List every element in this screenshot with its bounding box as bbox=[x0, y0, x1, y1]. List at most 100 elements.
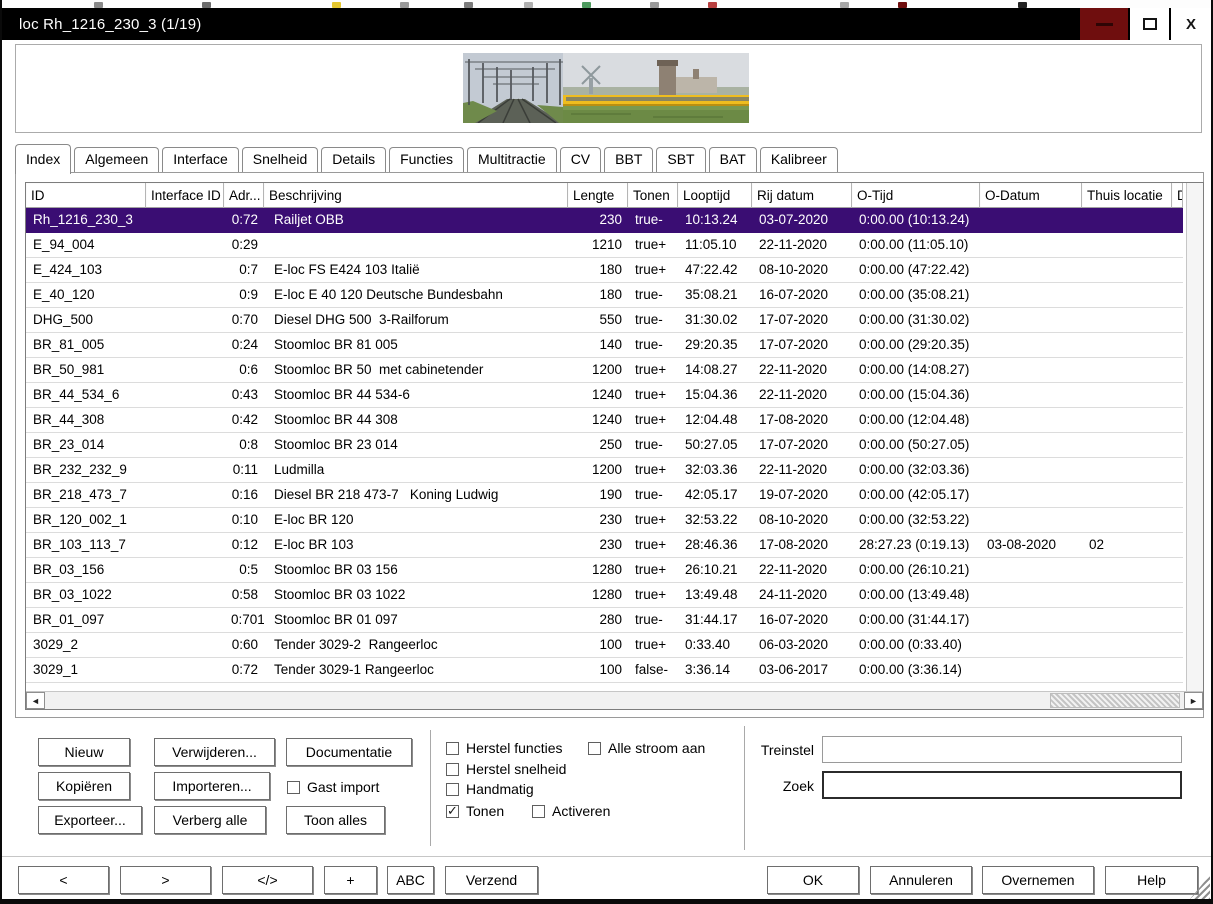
plus-button[interactable]: + bbox=[324, 866, 377, 894]
table-row[interactable]: Rh_1216_230_30:72Railjet OBB230true-10:1… bbox=[26, 208, 1183, 233]
cell-4: 180 bbox=[568, 258, 628, 282]
horizontal-scrollbar[interactable]: ◄ ► bbox=[26, 691, 1203, 709]
table-row[interactable]: E_94_0040:291210true+11:05.1022-11-20200… bbox=[26, 233, 1183, 258]
verzend-button[interactable]: Verzend bbox=[445, 866, 538, 894]
titlebar[interactable]: loc Rh_1216_230_3 (1/19) X bbox=[2, 8, 1211, 40]
previous-loc-button[interactable]: < bbox=[18, 866, 109, 894]
table-row[interactable]: BR_50_9810:6Stoomloc BR 50 met cabineten… bbox=[26, 358, 1183, 383]
scroll-thumb[interactable] bbox=[1050, 693, 1180, 708]
cell-0: BR_44_308 bbox=[26, 408, 146, 432]
cell-6: 28:46.36 bbox=[678, 533, 752, 557]
table-row[interactable]: 3029_20:60Tender 3029-2 Rangeerloc100tru… bbox=[26, 633, 1183, 658]
cell-5: true+ bbox=[628, 633, 678, 657]
checkbox-alle-stroom-aan[interactable]: Alle stroom aan bbox=[588, 740, 705, 756]
table-row[interactable]: E_424_1030:7E-loc FS E424 103 Italië180t… bbox=[26, 258, 1183, 283]
cell-2: 0:70 bbox=[224, 308, 264, 332]
cell-4: 1240 bbox=[568, 408, 628, 432]
tab-sbt[interactable]: SBT bbox=[656, 147, 705, 172]
tab-interface[interactable]: Interface bbox=[162, 147, 238, 172]
cell-9 bbox=[980, 458, 1082, 482]
code-view-button[interactable]: </> bbox=[222, 866, 313, 894]
column-header-lengte[interactable]: Lengte bbox=[568, 183, 628, 208]
column-header-d[interactable]: D bbox=[1172, 183, 1183, 208]
scroll-left-button[interactable]: ◄ bbox=[26, 692, 45, 709]
cell-10 bbox=[1082, 558, 1172, 582]
tab-functies[interactable]: Functies bbox=[389, 147, 464, 172]
help-button[interactable]: Help bbox=[1105, 866, 1198, 894]
table-row[interactable]: BR_81_0050:24Stoomloc BR 81 005140true-2… bbox=[26, 333, 1183, 358]
table-row[interactable]: BR_120_002_10:10E-loc BR 120230true+32:5… bbox=[26, 508, 1183, 533]
table-row[interactable]: E_40_1200:9E-loc E 40 120 Deutsche Bunde… bbox=[26, 283, 1183, 308]
cell-5: true- bbox=[628, 608, 678, 632]
cell-7: 17-08-2020 bbox=[752, 408, 852, 432]
column-header-tonen[interactable]: Tonen bbox=[628, 183, 678, 208]
tab-index[interactable]: Index bbox=[15, 144, 71, 174]
table-row[interactable]: BR_218_473_70:16Diesel BR 218 473-7 Koni… bbox=[26, 483, 1183, 508]
checkbox-herstel-snelheid[interactable]: Herstel snelheid bbox=[446, 761, 566, 777]
importeren-button[interactable]: Importeren... bbox=[154, 772, 270, 800]
column-header-interface-id[interactable]: Interface ID bbox=[146, 183, 224, 208]
cell-2: 0:29 bbox=[224, 233, 264, 257]
overnemen-button[interactable]: Overnemen bbox=[982, 866, 1094, 894]
checkbox-gast-import[interactable]: Gast import bbox=[287, 779, 379, 795]
exporteer-button[interactable]: Exporteer... bbox=[38, 806, 142, 834]
column-header-looptijd[interactable]: Looptijd bbox=[678, 183, 752, 208]
column-header-beschrijving[interactable]: Beschrijving bbox=[264, 183, 568, 208]
cell-3: Tender 3029-1 Rangeerloc bbox=[264, 658, 568, 682]
checkbox-box bbox=[446, 742, 459, 755]
nieuw-button[interactable]: Nieuw bbox=[38, 738, 130, 766]
column-header-o-datum[interactable]: O-Datum bbox=[980, 183, 1082, 208]
table-row[interactable]: BR_03_1560:5Stoomloc BR 03 1561280true+2… bbox=[26, 558, 1183, 583]
table-row[interactable]: BR_103_113_70:12E-loc BR 103230true+28:4… bbox=[26, 533, 1183, 558]
close-button[interactable]: X bbox=[1169, 8, 1211, 40]
vertical-scrollbar[interactable] bbox=[1186, 183, 1203, 691]
tab-bat[interactable]: BAT bbox=[709, 147, 757, 172]
next-loc-button[interactable]: > bbox=[120, 866, 211, 894]
verwijderen-button[interactable]: Verwijderen... bbox=[154, 738, 275, 766]
maximize-button[interactable] bbox=[1128, 8, 1169, 40]
cell-5: true+ bbox=[628, 583, 678, 607]
column-header-id[interactable]: ID bbox=[26, 183, 146, 208]
minimize-button[interactable] bbox=[1078, 8, 1128, 40]
table-row[interactable]: 3029_10:72Tender 3029-1 Rangeerloc100fal… bbox=[26, 658, 1183, 683]
tab-cv[interactable]: CV bbox=[560, 147, 601, 172]
desktop-sliver bbox=[2, 0, 1211, 8]
kopieren-button[interactable]: Kopiëren bbox=[38, 772, 130, 800]
documentatie-button[interactable]: Documentatie bbox=[286, 738, 412, 766]
verberg-alle-button[interactable]: Verberg alle bbox=[154, 806, 266, 834]
column-header-adr-[interactable]: Adr... bbox=[224, 183, 264, 208]
cell-1 bbox=[146, 483, 224, 507]
checkbox-activeren[interactable]: Activeren bbox=[532, 803, 610, 819]
tab-multitractie[interactable]: Multitractie bbox=[467, 147, 557, 172]
cell-5: true+ bbox=[628, 358, 678, 382]
table-row[interactable]: BR_23_0140:8Stoomloc BR 23 014250true-50… bbox=[26, 433, 1183, 458]
column-header-thuis-locatie[interactable]: Thuis locatie bbox=[1082, 183, 1172, 208]
table-row[interactable]: BR_03_10220:58Stoomloc BR 03 10221280tru… bbox=[26, 583, 1183, 608]
checkbox-herstel-functies[interactable]: Herstel functies bbox=[446, 740, 562, 756]
table-row[interactable]: BR_01_0970:701Stoomloc BR 01 097280true-… bbox=[26, 608, 1183, 633]
checkbox-handmatig[interactable]: Handmatig bbox=[446, 781, 534, 797]
table-row[interactable]: DHG_5000:70Diesel DHG 500 3-Railforum550… bbox=[26, 308, 1183, 333]
treinstel-input[interactable] bbox=[822, 736, 1182, 763]
table-row[interactable]: BR_44_534_60:43Stoomloc BR 44 534-61240t… bbox=[26, 383, 1183, 408]
table-row[interactable]: BR_44_3080:42Stoomloc BR 44 3081240true+… bbox=[26, 408, 1183, 433]
tab-algemeen[interactable]: Algemeen bbox=[74, 147, 159, 172]
cell-8: 0:00.00 (13:49.48) bbox=[852, 583, 980, 607]
checkbox-tonen[interactable]: Tonen bbox=[446, 803, 504, 819]
abc-button[interactable]: ABC bbox=[387, 866, 434, 894]
tab-kalibreer[interactable]: Kalibreer bbox=[760, 147, 838, 172]
tab-snelheid[interactable]: Snelheid bbox=[242, 147, 319, 172]
column-header-rij-datum[interactable]: Rij datum bbox=[752, 183, 852, 208]
annuleren-button[interactable]: Annuleren bbox=[870, 866, 972, 894]
column-header-o-tijd[interactable]: O-Tijd bbox=[852, 183, 980, 208]
table-row[interactable]: BR_232_232_90:11Ludmilla1200true+32:03.3… bbox=[26, 458, 1183, 483]
zoek-input[interactable] bbox=[822, 771, 1182, 799]
tab-details[interactable]: Details bbox=[321, 147, 386, 172]
cell-1 bbox=[146, 633, 224, 657]
cell-2: 0:24 bbox=[224, 333, 264, 357]
scroll-right-button[interactable]: ► bbox=[1184, 692, 1203, 709]
tab-bbt[interactable]: BBT bbox=[604, 147, 653, 172]
cell-9 bbox=[980, 608, 1082, 632]
ok-button[interactable]: OK bbox=[767, 866, 859, 894]
toon-alles-button[interactable]: Toon alles bbox=[286, 806, 385, 834]
